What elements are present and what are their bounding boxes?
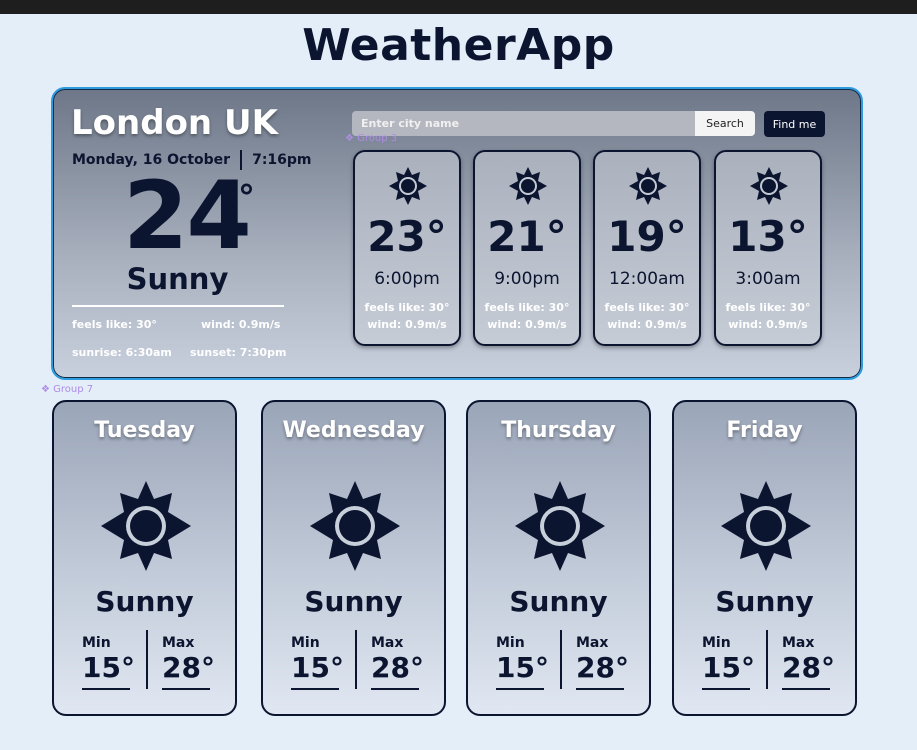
sun-icon: [509, 167, 547, 205]
hourly-feels-like: feels like: 30°: [604, 301, 690, 314]
sun-icon: [389, 167, 427, 205]
daily-forecast-card: Thursday Sunny Min Max 15° 28°: [466, 400, 651, 716]
current-time: 7:16pm: [252, 152, 312, 168]
hourly-temp: 13°: [728, 212, 808, 261]
day-condition: Sunny: [95, 585, 194, 618]
sun-icon: [310, 481, 400, 571]
day-condition: Sunny: [715, 585, 814, 618]
max-temp: 28°: [576, 651, 629, 684]
max-temp: 28°: [782, 651, 835, 684]
min-temp: 15°: [496, 651, 549, 684]
hourly-wind: wind: 0.9m/s: [367, 318, 447, 331]
max-underline: [782, 688, 830, 690]
min-label: Min: [291, 635, 320, 651]
find-me-button[interactable]: Find me: [764, 111, 825, 137]
hourly-time: 3:00am: [735, 269, 801, 289]
min-label: Min: [702, 635, 731, 651]
day-condition: Sunny: [304, 585, 403, 618]
min-temp: 15°: [82, 651, 135, 684]
sun-icon: [750, 167, 788, 205]
sunset-time: sunset: 7:30pm: [190, 346, 287, 359]
wind-speed: wind: 0.9m/s: [201, 318, 281, 331]
min-underline: [82, 688, 130, 690]
search-button[interactable]: Search: [695, 111, 755, 136]
hourly-forecast-card: 13° 3:00am feels like: 30° wind: 0.9m/s: [714, 150, 822, 346]
day-name: Tuesday: [94, 418, 195, 443]
city-search-input[interactable]: [352, 111, 695, 136]
hourly-forecast-card: 21° 9:00pm feels like: 30° wind: 0.9m/s: [473, 150, 581, 346]
app-title: WeatherApp: [302, 20, 615, 71]
sun-icon: [721, 481, 811, 571]
min-temp: 15°: [291, 651, 344, 684]
sun-icon: [101, 481, 191, 571]
min-underline: [496, 688, 544, 690]
design-group-label: ❖ Group 3: [345, 133, 398, 144]
min-max-divider: [355, 630, 357, 689]
min-label: Min: [82, 635, 111, 651]
max-label: Max: [782, 635, 815, 651]
hourly-wind: wind: 0.9m/s: [607, 318, 687, 331]
degree-symbol: °: [238, 178, 255, 218]
hourly-time: 9:00pm: [494, 269, 560, 289]
hourly-time: 6:00pm: [374, 269, 440, 289]
day-name: Friday: [726, 418, 803, 443]
design-group-label: ❖ Group 7: [41, 384, 94, 395]
max-underline: [371, 688, 419, 690]
hourly-wind: wind: 0.9m/s: [728, 318, 808, 331]
hourly-temp: 23°: [367, 212, 447, 261]
feels-like: feels like: 30°: [72, 318, 157, 331]
min-label: Min: [496, 635, 525, 651]
min-underline: [702, 688, 750, 690]
daily-forecast-card: Friday Sunny Min Max 15° 28°: [672, 400, 857, 716]
sun-icon: [515, 481, 605, 571]
divider: [72, 305, 284, 307]
day-name: Thursday: [501, 418, 616, 443]
sunrise-time: sunrise: 6:30am: [72, 346, 172, 359]
hourly-forecast-card: 19° 12:00am feels like: 30° wind: 0.9m/s: [593, 150, 701, 346]
max-label: Max: [576, 635, 609, 651]
hourly-wind: wind: 0.9m/s: [487, 318, 567, 331]
min-underline: [291, 688, 339, 690]
hourly-forecast-card: 23° 6:00pm feels like: 30° wind: 0.9m/s: [353, 150, 461, 346]
max-temp: 28°: [162, 651, 215, 684]
daily-forecast-card: Wednesday Sunny Min Max 15° 28°: [261, 400, 446, 716]
daily-forecast-card: Tuesday Sunny Min Max 15° 28°: [52, 400, 237, 716]
max-label: Max: [371, 635, 404, 651]
sun-icon: [629, 167, 667, 205]
hourly-feels-like: feels like: 30°: [484, 301, 570, 314]
min-max-divider: [560, 630, 562, 689]
min-max-divider: [146, 630, 148, 689]
day-name: Wednesday: [282, 418, 425, 443]
hourly-temp: 21°: [487, 212, 567, 261]
hourly-time: 12:00am: [609, 269, 685, 289]
current-condition: Sunny: [126, 262, 229, 296]
current-temperature: 24: [123, 162, 252, 271]
min-temp: 15°: [702, 651, 755, 684]
min-max-divider: [766, 630, 768, 689]
hourly-feels-like: feels like: 30°: [364, 301, 450, 314]
window-top-bar: [0, 0, 917, 14]
max-label: Max: [162, 635, 195, 651]
hourly-feels-like: feels like: 30°: [725, 301, 811, 314]
max-temp: 28°: [371, 651, 424, 684]
hourly-temp: 19°: [607, 212, 687, 261]
day-condition: Sunny: [509, 585, 608, 618]
max-underline: [162, 688, 210, 690]
city-name: London UK: [71, 103, 278, 143]
max-underline: [576, 688, 624, 690]
